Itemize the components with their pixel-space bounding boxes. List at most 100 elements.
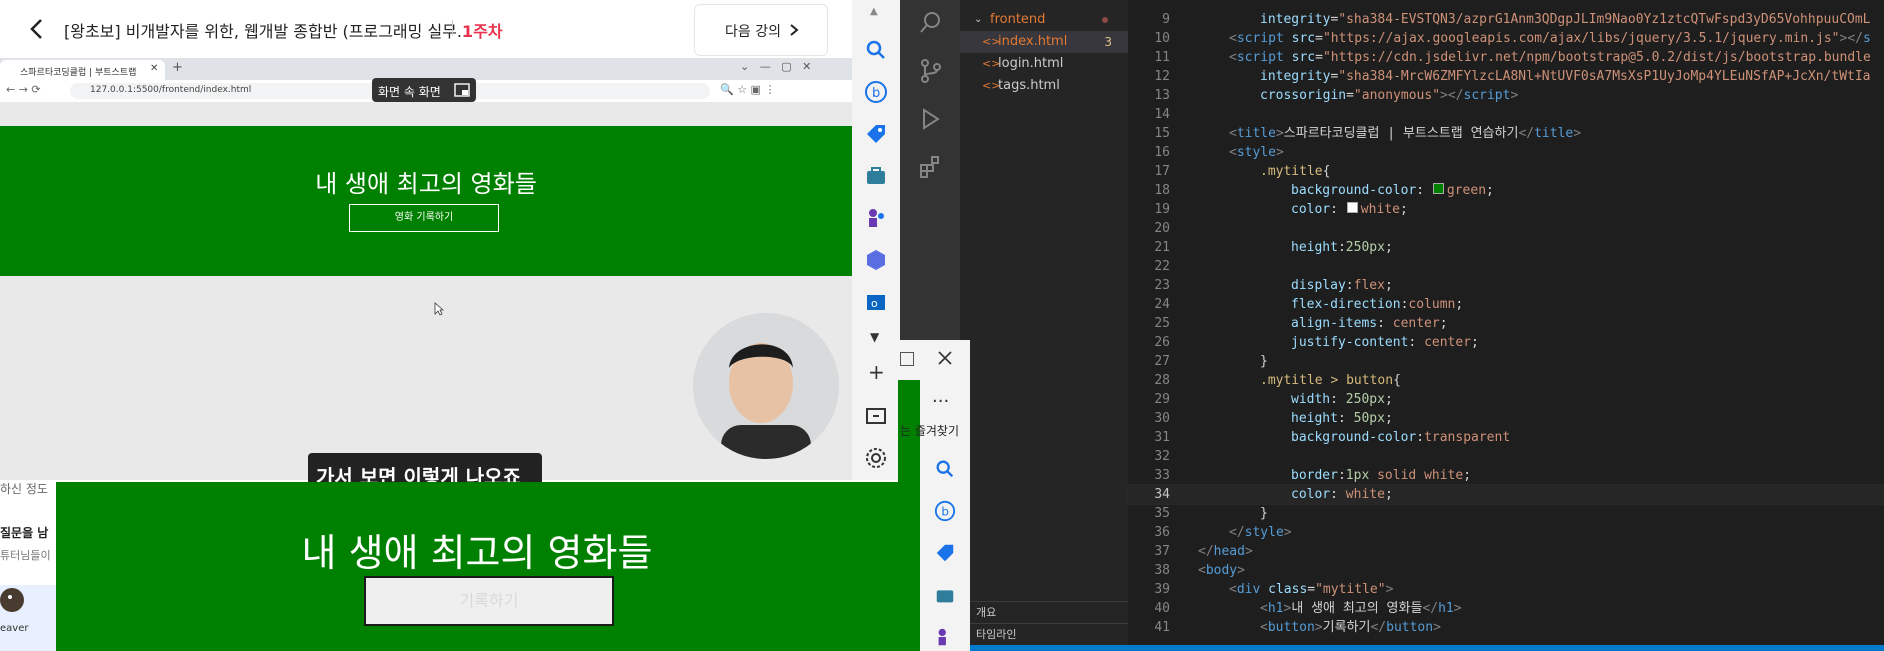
code-line[interactable]: 12 integrity="sha384-MrcW6ZMFYlzcLA8Nl+Nt… [1128,67,1884,86]
cursor-icon [434,302,444,316]
code-line[interactable]: 24 flex-direction:column; [1128,295,1884,314]
explorer-file-tags[interactable]: <> tags.html [960,75,1128,97]
code-editor[interactable]: 9 integrity="sha384-EVSTQN3/azprG1Anm3QDg… [1127,0,1884,651]
code-line[interactable]: 11 <script src="https://cdn.jsdelivr.net/… [1128,48,1884,67]
code-token: </ [1422,601,1439,616]
code-token: white [1345,487,1385,502]
chevron-down-icon[interactable]: ▼ [870,330,879,344]
code-line[interactable]: 9 integrity="sha384-EVSTQN3/azprG1Anm3QDg… [1128,10,1884,29]
live-preview-banner: 내 생애 최고의 영화들 기록하기 [56,482,898,651]
line-number: 15 [1154,126,1170,141]
code-line[interactable]: 27} [1128,352,1884,371]
outline-section[interactable]: 개요 [960,601,1128,624]
explorer-file-login[interactable]: <> login.html [960,53,1128,75]
code-line[interactable]: 29 width: 250px; [1128,390,1884,409]
sidebar-toggle-icon[interactable] [864,404,888,428]
code-line[interactable]: 41 <button>기록하기</button> [1128,618,1884,637]
code-line[interactable]: 19 color: white; [1128,200,1884,219]
code-text: height:250px; [1291,238,1393,257]
code-text: integrity="sha384-EVSTQN3/azprG1Anm3QDgp… [1260,10,1871,29]
code-line[interactable]: 32 [1128,447,1884,466]
back-arrow-icon[interactable] [22,14,52,44]
shopping-tag-icon[interactable] [934,542,956,564]
outlook-icon[interactable]: o [864,290,888,314]
source-control-icon[interactable] [918,58,944,84]
code-token: 기록하기 [1322,620,1371,635]
code-line[interactable]: 14 [1128,105,1884,124]
code-token: "sha384-MrcW6ZMFYlzcLA8Nl+NtUVF0sA7MsXsP… [1338,69,1871,84]
extensions-icon[interactable] [918,154,944,180]
line-number: 29 [1154,392,1170,407]
more-options-icon[interactable]: ... [932,386,949,407]
search-icon[interactable] [864,38,888,62]
timeline-section[interactable]: 타임라인 [960,623,1128,646]
line-number: 10 [1154,31,1170,46]
settings-gear-icon[interactable] [864,446,888,470]
code-line[interactable]: 23 display:flex; [1128,276,1884,295]
code-line[interactable]: 39 <div class="mytitle"> [1128,580,1884,599]
run-debug-icon[interactable] [918,106,944,132]
code-line[interactable]: 40 <h1>내 생애 최고의 영화들</h1> [1128,599,1884,618]
explorer-file-index[interactable]: <> index.html 3 [960,31,1128,53]
code-line[interactable]: 13 crossorigin="anonymous"></script> [1128,86,1884,105]
shopping-tag-icon[interactable] [864,122,888,146]
code-line[interactable]: 36 </style> [1128,523,1884,542]
code-line[interactable]: 18 background-color: green; [1128,181,1884,200]
code-token: > [1314,620,1323,635]
office-icon[interactable] [864,248,888,272]
code-line[interactable]: 28 .mytitle > button{ [1128,371,1884,390]
tools-briefcase-icon[interactable] [934,584,956,606]
code-line[interactable]: 15 <title>스파르타코딩클럽 | 부트스트랩 연습하기</title> [1128,124,1884,143]
picture-in-picture-tooltip: 화면 속 화면 [372,78,476,102]
code-token: script [1236,50,1284,65]
code-line[interactable]: 25 align-items: center; [1128,314,1884,333]
code-line[interactable]: 35} [1128,504,1884,523]
search-icon[interactable] [918,10,944,36]
preview-record-button[interactable]: 기록하기 [364,576,614,626]
code-line[interactable]: 31 background-color:transparent [1128,428,1884,447]
status-bar [900,645,1884,651]
code-line[interactable]: 34 color: white; [1127,484,1884,505]
restore-window-icon[interactable] [900,352,914,366]
code-line[interactable]: 22 [1128,257,1884,276]
explorer-panel: ⌄ frontend <> index.html 3 <> login.html… [960,0,1128,651]
code-text: color: white; [1291,485,1393,504]
code-token: : [1416,183,1432,198]
code-token: > [1433,620,1441,635]
url-text: 127.0.0.1:5500/frontend/index.html [90,85,252,95]
games-chess-icon[interactable] [864,206,888,230]
code-line[interactable]: 33 border:1px solid white; [1128,466,1884,485]
bing-copilot-icon[interactable]: b [934,500,956,522]
line-number: 22 [1154,259,1170,274]
bing-copilot-icon[interactable]: b [864,80,888,104]
close-icon[interactable] [935,348,955,368]
code-line[interactable]: 10 <script src="https://ajax.googleapis.c… [1128,29,1884,48]
explorer-folder-frontend[interactable]: ⌄ frontend [960,9,1128,31]
code-line[interactable]: 21 height:250px; [1128,238,1884,257]
code-token: </ [1518,126,1535,141]
code-line[interactable]: 37 </head> [1128,542,1884,561]
games-chess-icon[interactable] [934,626,956,648]
code-token: > [1385,582,1394,597]
plus-icon[interactable]: + [868,360,885,384]
code-line[interactable]: 38 <body> [1128,561,1884,580]
code-line[interactable]: 17 .mytitle{ [1128,162,1884,181]
code-text: <body> [1198,561,1245,580]
tools-briefcase-icon[interactable] [864,164,888,188]
search-icon[interactable] [934,458,956,480]
code-line[interactable]: 26 justify-content: center; [1128,333,1884,352]
code-token: : [1408,335,1425,350]
nav-arrows-icon: ← → ⟳ [6,83,41,96]
code-token: ; [1471,335,1479,350]
code-line[interactable]: 30 height: 50px; [1128,409,1884,428]
code-text: } [1260,352,1268,371]
code-token: display [1291,278,1346,293]
line-number: 24 [1154,297,1170,312]
preview-title: 내 생애 최고의 영화들 [301,531,653,575]
next-lecture-button[interactable]: 다음 강의 [694,4,828,56]
scroll-up-icon[interactable]: ▲ [870,6,878,17]
code-token: ; [1384,487,1393,502]
code-line[interactable]: 16 <style> [1128,143,1884,162]
code-line[interactable]: 20 [1128,219,1884,238]
